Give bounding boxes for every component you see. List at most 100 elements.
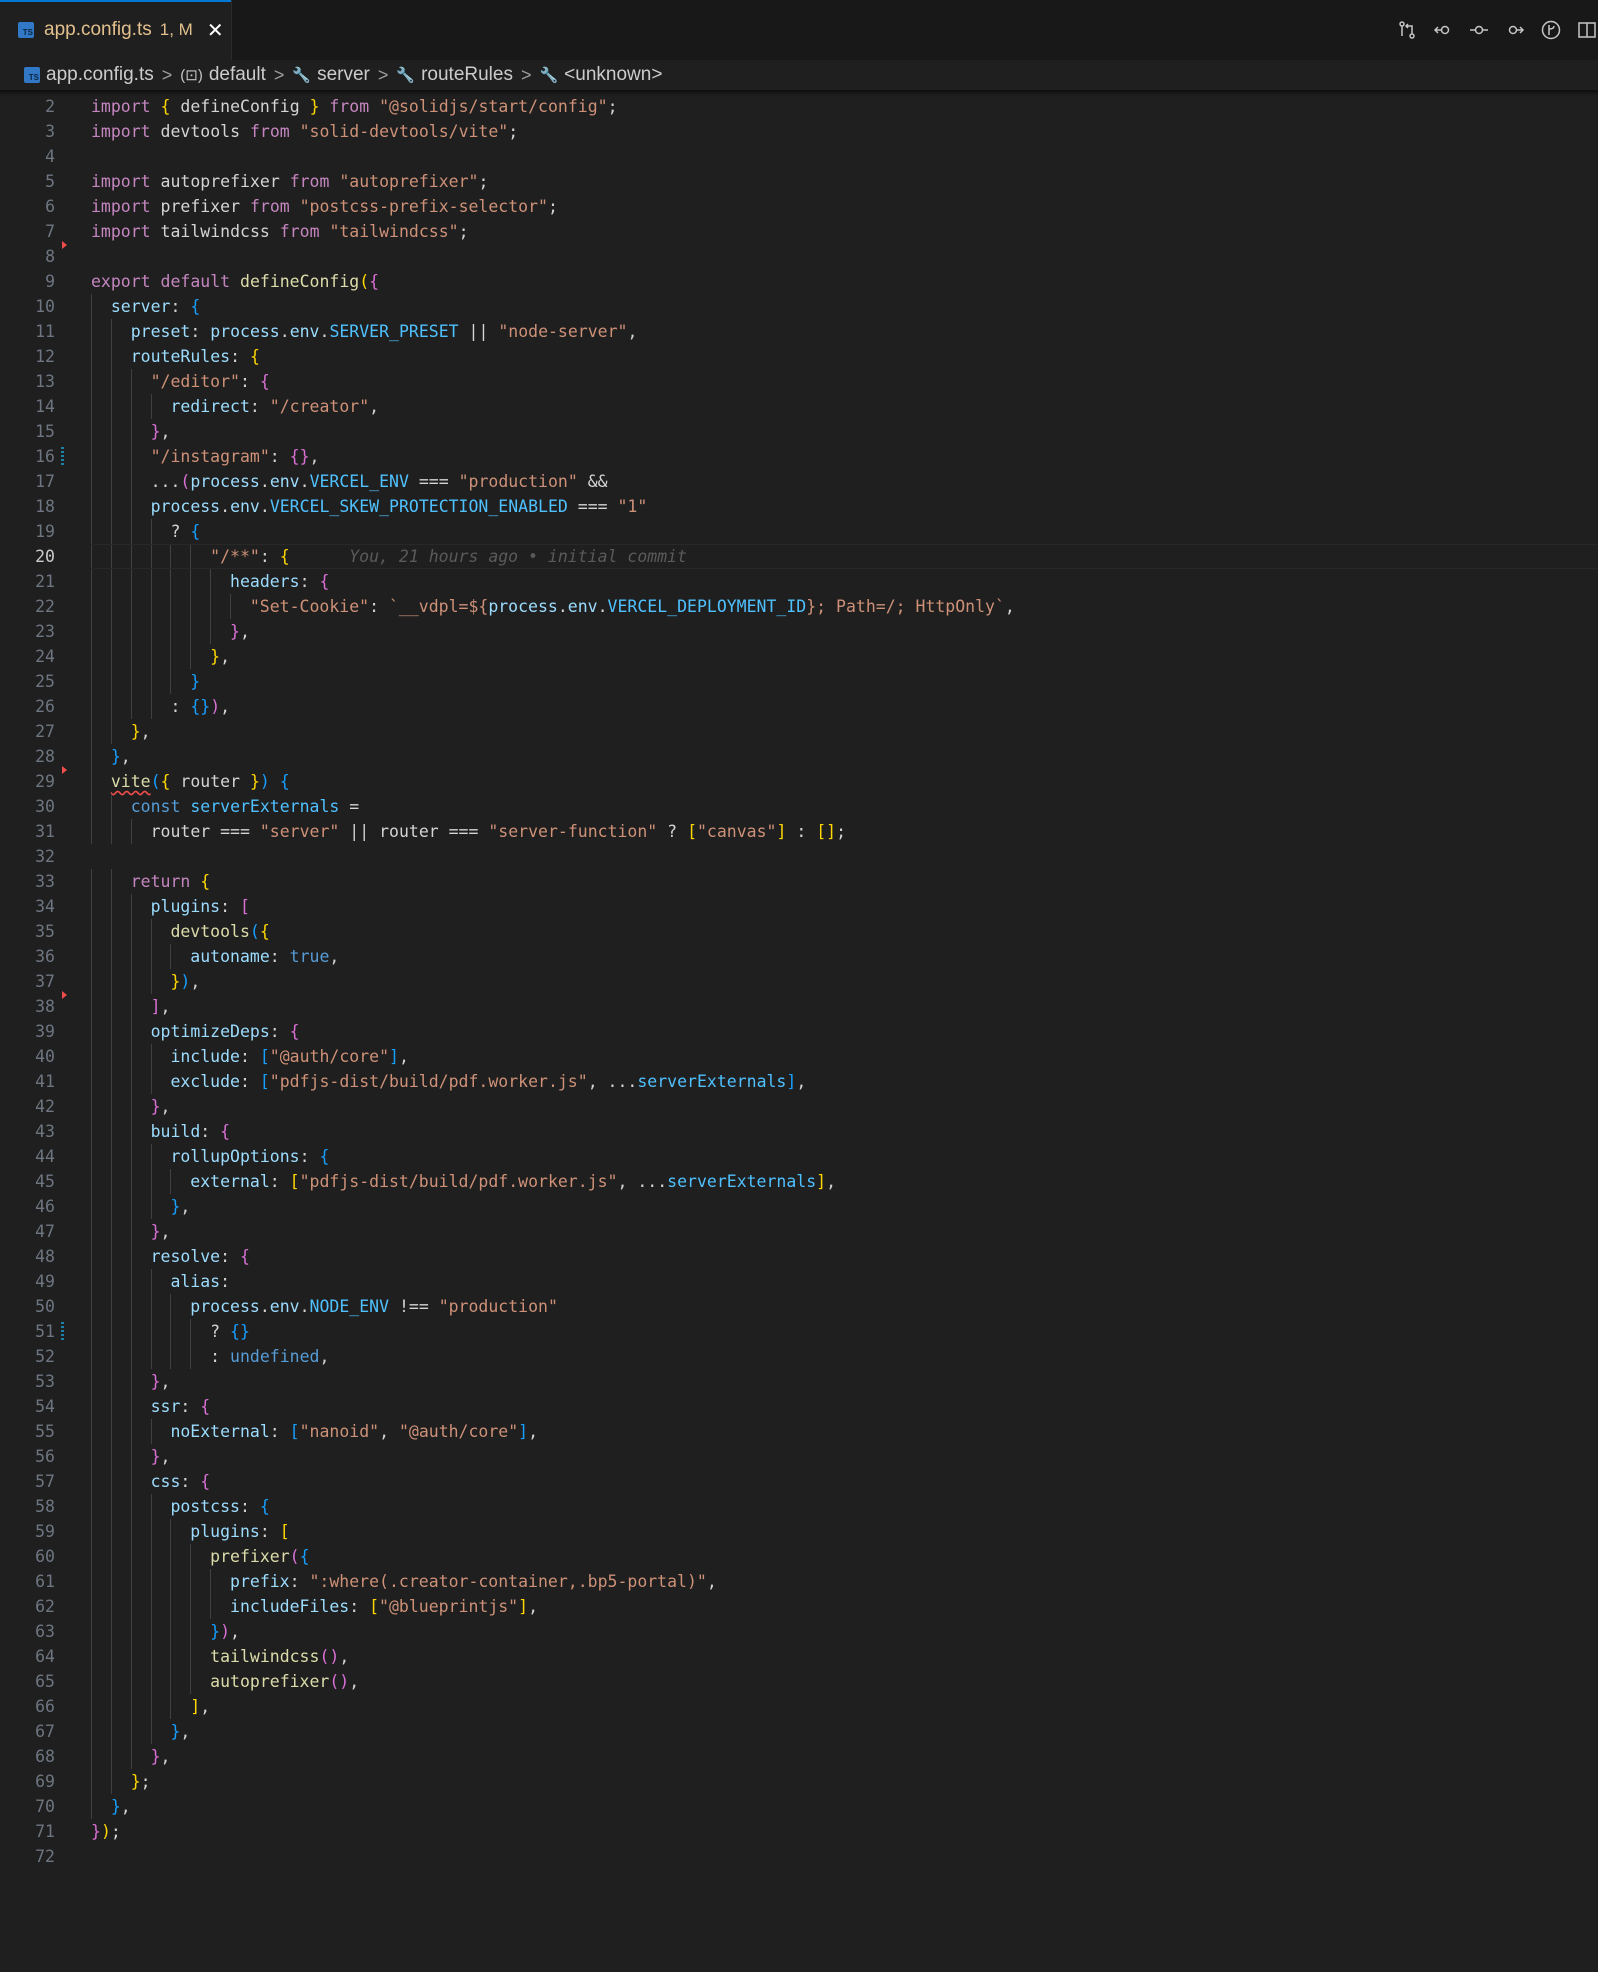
line-number: 43 [35, 1122, 55, 1141]
code-line[interactable]: 36 autoname: true, [0, 944, 1598, 969]
code-line[interactable]: 49 alias: [0, 1269, 1598, 1294]
code-line[interactable]: 10 server: { [0, 294, 1598, 319]
code-line[interactable]: 40 include: ["@auth/core"], [0, 1044, 1598, 1069]
code-line[interactable]: 19? { [0, 519, 1598, 544]
code-line[interactable]: 70}, [0, 1794, 1598, 1819]
code-line[interactable]: 46}, [0, 1194, 1598, 1219]
code-line[interactable]: 14 redirect: "/creator", [0, 394, 1598, 419]
code-line[interactable]: 47}, [0, 1219, 1598, 1244]
code-line[interactable]: 61 prefix: ":where(.creator-container,.bp… [0, 1569, 1598, 1594]
code-line[interactable]: 32 [0, 844, 1598, 869]
code-line[interactable]: 4 [0, 144, 1598, 169]
breadcrumb-item[interactable]: 🔧 <unknown> [539, 64, 662, 86]
code-line[interactable]: 30 const serverExternals = [0, 794, 1598, 819]
breadcrumb-item[interactable]: (⊡) default [180, 64, 266, 86]
code-line[interactable]: 45 external: ["pdfjs-dist/build/pdf.worke… [0, 1169, 1598, 1194]
code-line[interactable]: 69}; [0, 1769, 1598, 1794]
code-line[interactable]: 13 "/editor": { [0, 369, 1598, 394]
code-line[interactable]: 57 css: { [0, 1469, 1598, 1494]
code-line[interactable]: 60 prefixer({ [0, 1544, 1598, 1569]
breadcrumb-item[interactable]: 🔧 routeRules [396, 64, 513, 86]
code-line[interactable]: 27}, [0, 719, 1598, 744]
code-line[interactable]: 48 resolve: { [0, 1244, 1598, 1269]
code-line[interactable]: 22 "Set-Cookie": `__vdpl=${process.env.VE… [0, 594, 1598, 619]
code-line[interactable]: 68}, [0, 1744, 1598, 1769]
code-text: }); [91, 1819, 121, 1844]
code-line[interactable]: 24}, [0, 644, 1598, 669]
code-token: autoname [190, 947, 270, 966]
go-forward-change-icon[interactable] [1504, 19, 1526, 41]
code-token: : [239, 1497, 260, 1516]
code-line[interactable]: 64 tailwindcss(), [0, 1644, 1598, 1669]
code-token: : [369, 597, 389, 616]
code-line[interactable]: 65 autoprefixer(), [0, 1669, 1598, 1694]
code-line[interactable]: 59 plugins: [ [0, 1519, 1598, 1544]
code-line[interactable]: 42}, [0, 1094, 1598, 1119]
code-line[interactable]: 72 [0, 1844, 1598, 1869]
git-modified-marker[interactable] [61, 1322, 64, 1341]
code-line[interactable]: 38], [0, 991, 1598, 1019]
code-token: router [180, 772, 250, 791]
code-line[interactable]: 35 devtools({ [0, 919, 1598, 944]
code-line[interactable]: 34 plugins: [ [0, 894, 1598, 919]
code-line[interactable]: 12 routeRules: { [0, 344, 1598, 369]
split-editor-icon[interactable] [1576, 19, 1598, 41]
code-line[interactable]: 58 postcss: { [0, 1494, 1598, 1519]
git-compare-icon[interactable] [1396, 19, 1418, 41]
code-line[interactable]: 33 return { [0, 869, 1598, 894]
code-token: } [150, 1222, 161, 1241]
git-modified-marker[interactable] [61, 447, 64, 466]
code-line[interactable]: 28}, [0, 744, 1598, 769]
code-line[interactable]: 67}, [0, 1719, 1598, 1744]
code-line[interactable]: 39 optimizeDeps: { [0, 1019, 1598, 1044]
code-line[interactable]: 26: {}), [0, 694, 1598, 719]
code-line[interactable]: 21 headers: { [0, 569, 1598, 594]
breadcrumb-item[interactable]: 🔧 server [292, 64, 369, 86]
close-icon[interactable]: ✕ [207, 18, 224, 43]
git-commit-icon[interactable] [1468, 19, 1490, 41]
git-graph-icon[interactable] [1540, 19, 1562, 41]
code-line[interactable]: 41 exclude: ["pdfjs-dist/build/pdf.worker… [0, 1069, 1598, 1094]
code-line[interactable]: 11 preset: process.env.SERVER_PRESET || "… [0, 319, 1598, 344]
code-line[interactable]: 29 vite({ router }) { [0, 766, 1598, 794]
breadcrumb-item[interactable]: TS app.config.ts [24, 64, 154, 86]
code-line[interactable]: 9 export default defineConfig({ [0, 269, 1598, 294]
tab-app-config[interactable]: TS app.config.ts 1, M ✕ [0, 0, 232, 60]
code-line[interactable]: 31 router === "server" || router === "ser… [0, 819, 1598, 844]
code-line[interactable]: 25} [0, 669, 1598, 694]
code-line[interactable]: 6 import prefixer from "postcss-prefix-se… [0, 194, 1598, 219]
go-back-change-icon[interactable] [1432, 19, 1454, 41]
code-line[interactable]: 8 [0, 241, 1598, 269]
code-line[interactable]: 7 import tailwindcss from "tailwindcss"; [0, 219, 1598, 244]
code-line[interactable]: 56}, [0, 1444, 1598, 1469]
code-line[interactable]: 3 import devtools from "solid-devtools/vi… [0, 119, 1598, 144]
code-line[interactable]: 15}, [0, 419, 1598, 444]
code-line[interactable]: 37}), [0, 969, 1598, 994]
code-line[interactable]: 16 "/instagram": {}, [0, 444, 1598, 469]
code-editor[interactable]: 2 import { defineConfig } from "@solidjs/… [0, 94, 1598, 1869]
code-line[interactable]: 66], [0, 1694, 1598, 1719]
code-line[interactable]: 55 noExternal: ["nanoid", "@auth/core"], [0, 1419, 1598, 1444]
code-line[interactable]: 62 includeFiles: ["@blueprintjs"], [0, 1594, 1598, 1619]
code-line[interactable]: 63}), [0, 1619, 1598, 1644]
code-line[interactable]: 52: undefined, [0, 1344, 1598, 1369]
code-line[interactable]: 51? {} [0, 1319, 1598, 1344]
code-token: [ [687, 822, 697, 841]
code-line[interactable]: 5 import autoprefixer from "autoprefixer"… [0, 169, 1598, 194]
code-line[interactable]: 53}, [0, 1369, 1598, 1394]
code-line[interactable]: 54 ssr: { [0, 1394, 1598, 1419]
code-token: || router === [339, 822, 489, 841]
git-deleted-marker[interactable] [62, 241, 67, 249]
git-deleted-marker[interactable] [62, 766, 67, 774]
code-line[interactable]: 17 ...(process.env.VERCEL_ENV === "produc… [0, 469, 1598, 494]
code-line[interactable]: 50 process.env.NODE_ENV !== "production" [0, 1294, 1598, 1319]
code-line[interactable]: 44 rollupOptions: { [0, 1144, 1598, 1169]
code-line[interactable]: 20 "/**": { You, 21 hours ago • initial c… [0, 544, 1598, 569]
symbol-variable-icon: (⊡) [180, 67, 203, 84]
git-deleted-marker[interactable] [62, 991, 67, 999]
code-line[interactable]: 43 build: { [0, 1119, 1598, 1144]
code-line[interactable]: 71}); [0, 1819, 1598, 1844]
code-line[interactable]: 18 process.env.VERCEL_SKEW_PROTECTION_ENA… [0, 494, 1598, 519]
code-line[interactable]: 2 import { defineConfig } from "@solidjs/… [0, 94, 1598, 119]
code-line[interactable]: 23}, [0, 619, 1598, 644]
